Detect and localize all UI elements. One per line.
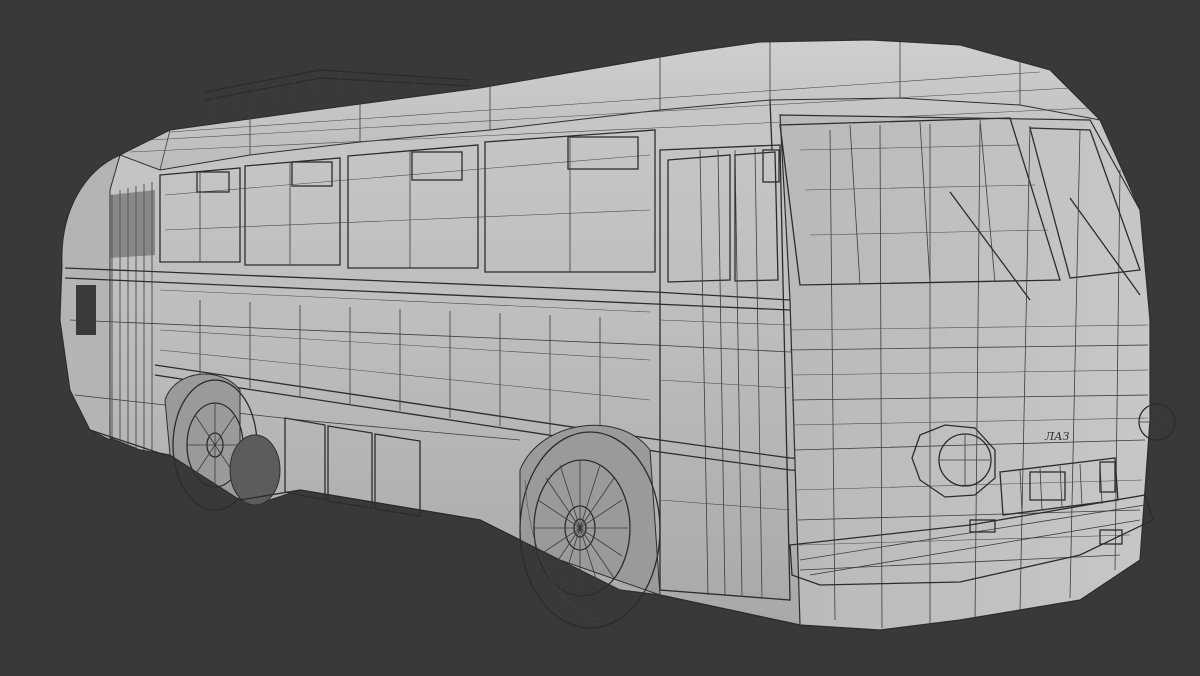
- 3d-viewport[interactable]: ЛАЗ: [0, 0, 1200, 676]
- front-badge: ЛАЗ: [1044, 430, 1070, 443]
- headlight-right: [1138, 403, 1176, 441]
- bus-wireframe-render: ЛАЗ: [59, 39, 1176, 631]
- bus-front: [779, 114, 1151, 631]
- rear-vent: [76, 285, 96, 335]
- front-badge-text: ЛАЗ: [1044, 430, 1070, 443]
